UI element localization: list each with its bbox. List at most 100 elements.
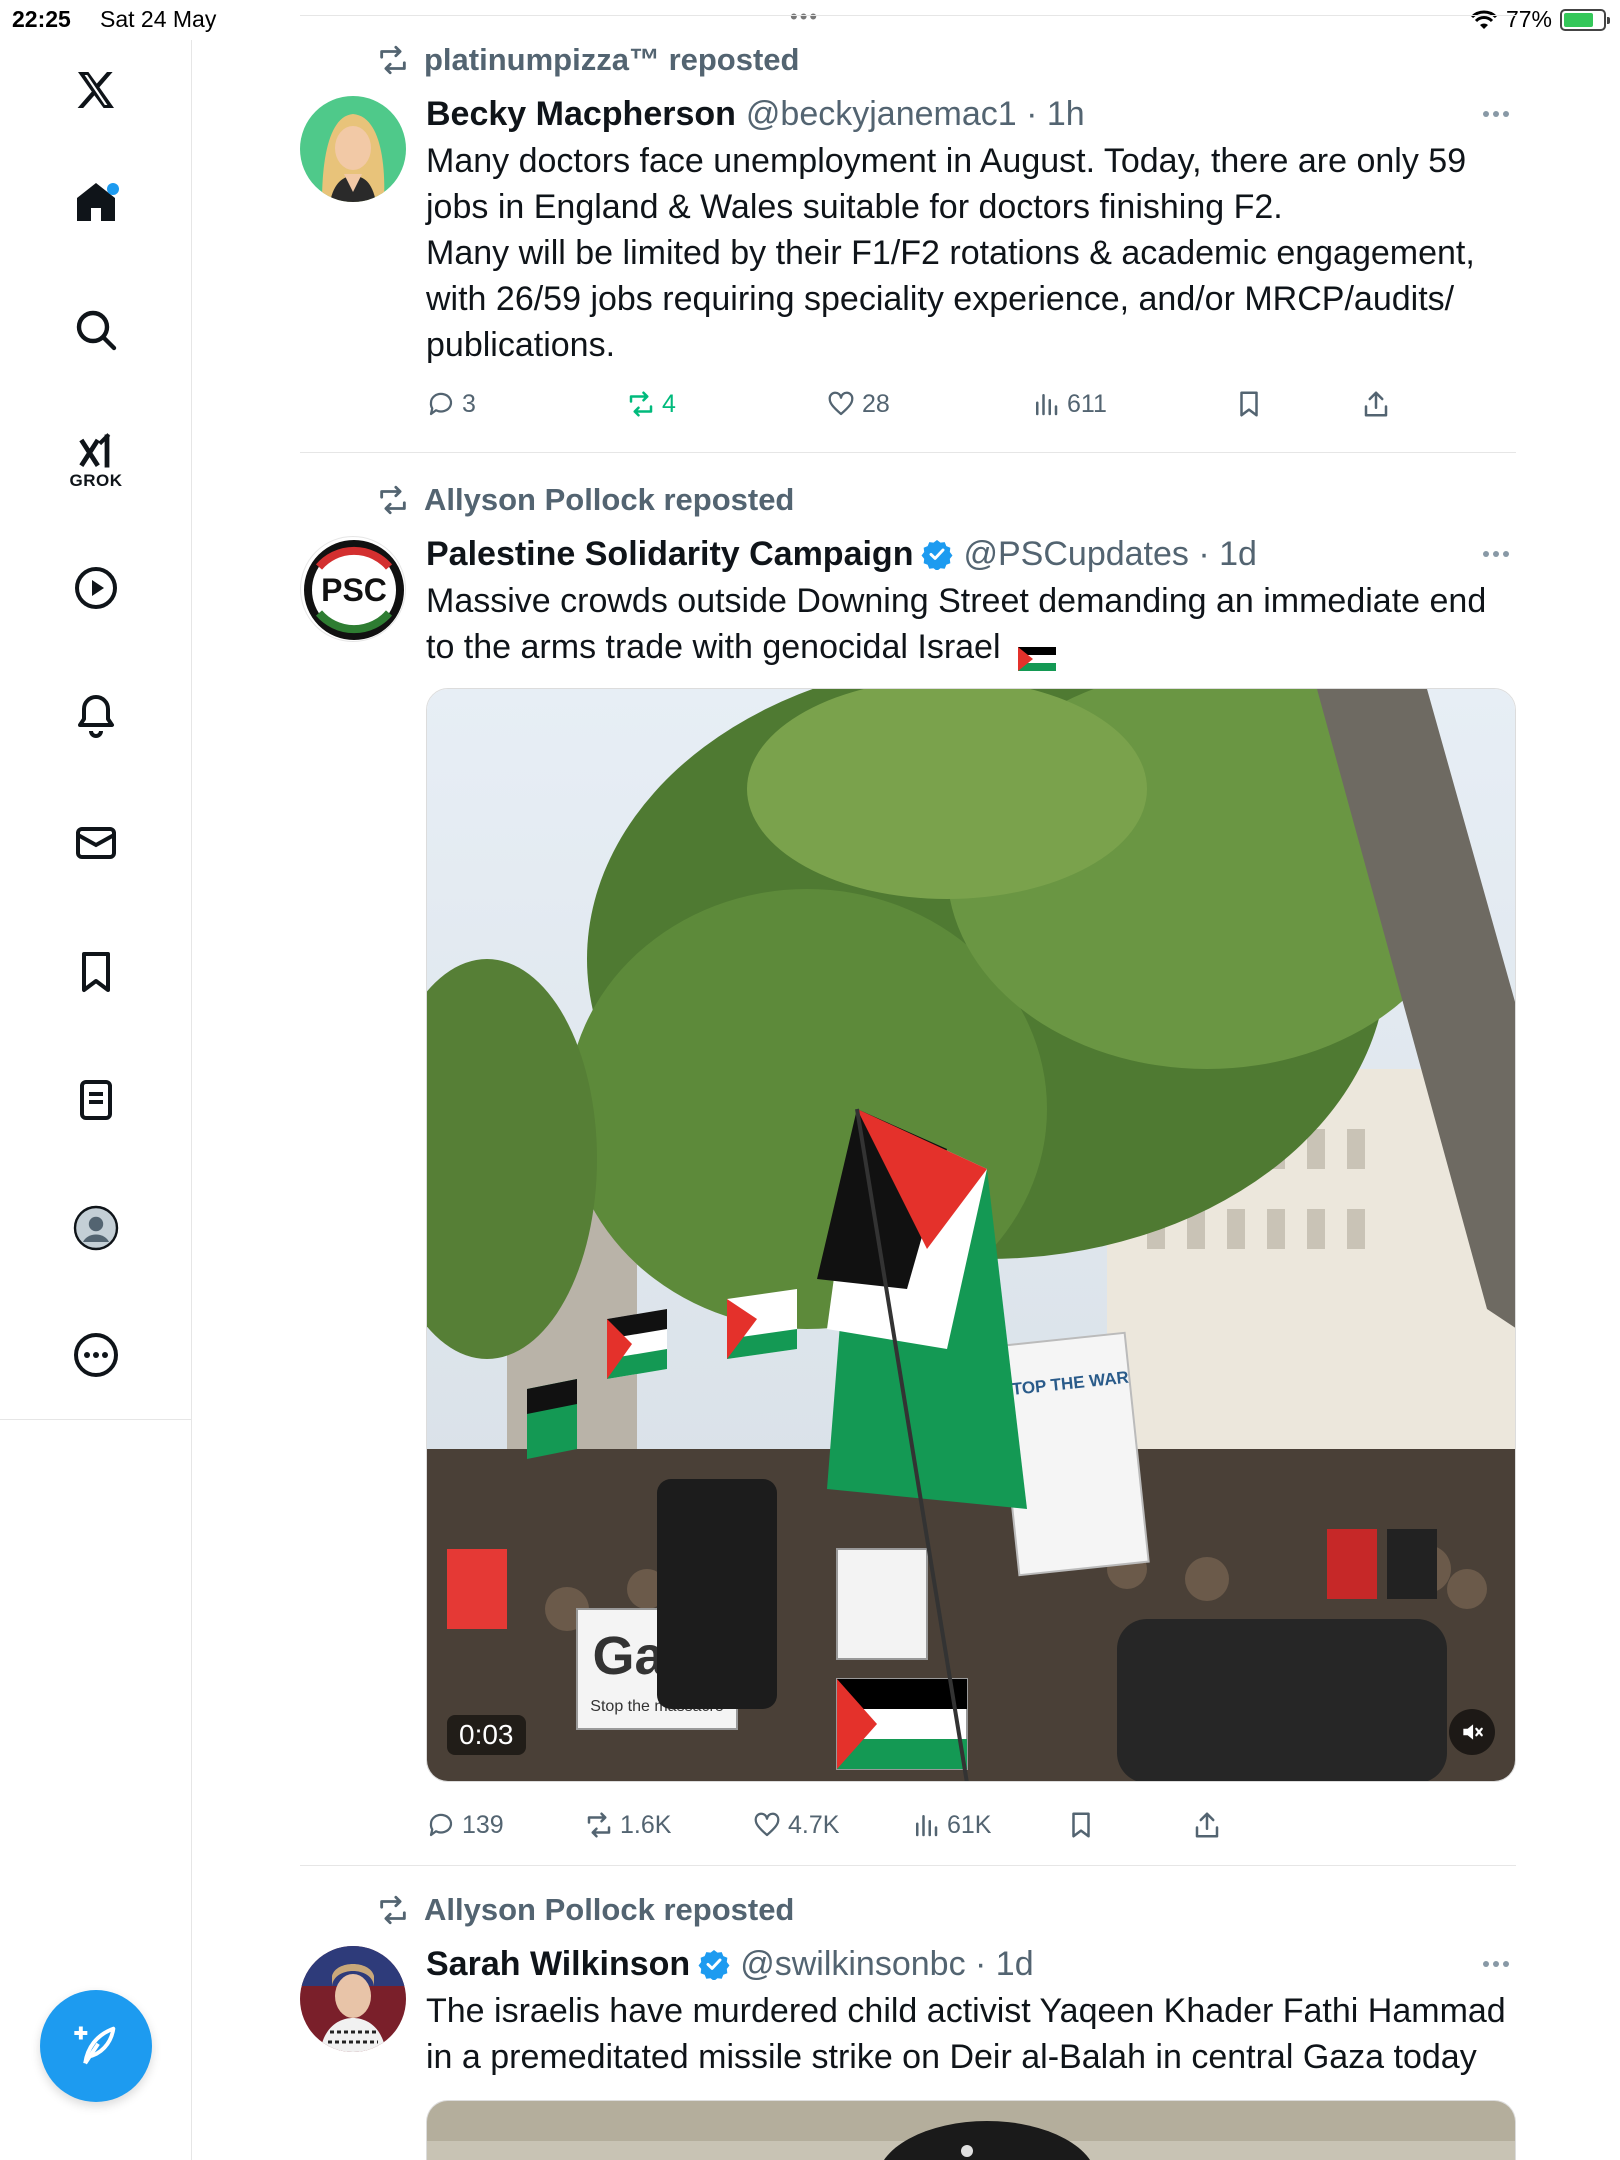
repost-label: Allyson Pollock reposted <box>424 1892 795 1927</box>
more-icon[interactable] <box>0 1310 192 1400</box>
profile-icon[interactable] <box>0 1183 192 1273</box>
bookmark-icon <box>1240 391 1258 417</box>
bookmark-button[interactable] <box>1066 1805 1096 1845</box>
grok-icon[interactable]: GROK <box>0 415 192 505</box>
author-handle[interactable]: @PSCupdates · 1d <box>963 535 1256 574</box>
post-text-line: Many will be limited by their F1/F2 rota… <box>426 234 1475 364</box>
repost-button[interactable]: 4 <box>626 384 676 424</box>
post-divider <box>300 452 1516 453</box>
post-text: Many doctors face unemployment in August… <box>426 138 1516 368</box>
bookmark-button[interactable] <box>1234 384 1264 424</box>
share-button[interactable] <box>1192 1805 1222 1845</box>
views-count: 61K <box>947 1810 992 1839</box>
post-header: Sarah Wilkinson @swilkinsonbc · 1d <box>426 1942 1516 1986</box>
share-icon <box>1364 391 1388 417</box>
muted-speaker-icon <box>1463 1724 1483 1740</box>
compose-post-button[interactable] <box>40 1990 152 2102</box>
share-icon <box>1195 1812 1219 1838</box>
verified-badge-icon <box>698 1950 730 1980</box>
like-count: 4.7K <box>788 1810 840 1839</box>
like-button[interactable]: 28 <box>826 384 890 424</box>
repost-context: Allyson Pollock reposted <box>376 1892 794 1928</box>
avatar-text: PSC <box>321 572 387 608</box>
repost-count: 4 <box>662 389 676 418</box>
repost-context: platinumpizza™ reposted <box>376 42 799 78</box>
sidebar: GROK <box>0 40 192 1420</box>
repost-count: 1.6K <box>620 1810 672 1839</box>
avatar[interactable]: PSC <box>300 536 406 642</box>
status-date: Sat 24 May <box>100 6 217 32</box>
messages-icon[interactable] <box>0 798 192 888</box>
post-actions: 139 1.6K 4.7K 61K <box>426 1805 1516 1845</box>
post-text: Massive crowds outside Downing Street de… <box>426 578 1516 672</box>
status-bar: 22:25 Sat 24 May ••• 77% <box>0 0 1620 40</box>
repost-icon <box>587 1812 611 1838</box>
avatar[interactable] <box>300 1946 406 2052</box>
repost-button[interactable]: 1.6K <box>584 1805 671 1845</box>
heart-icon <box>828 391 854 416</box>
post-actions: 3 4 28 611 <box>426 384 1516 424</box>
video-player[interactable]: Gaza Stop the massacre STOP THE WAR <box>426 688 1516 1782</box>
post-image[interactable] <box>426 2100 1516 2160</box>
post-text: The israelis have murdered child activis… <box>426 1988 1516 2080</box>
post-header: Becky Macpherson @beckyjanemac1 · 1h <box>426 92 1516 136</box>
post-text-body: The israelis have murdered child activis… <box>426 1992 1506 2076</box>
like-count: 28 <box>862 389 890 418</box>
repost-icon <box>380 1895 406 1925</box>
author-name[interactable]: Becky Macpherson <box>426 95 736 134</box>
heart-icon <box>754 1812 780 1837</box>
repost-icon <box>380 45 406 75</box>
x-logo-icon[interactable] <box>0 45 192 135</box>
share-button[interactable] <box>1361 384 1391 424</box>
mute-button[interactable] <box>1449 1709 1495 1755</box>
reply-icon <box>429 1813 453 1837</box>
repost-context: Allyson Pollock reposted <box>376 482 794 518</box>
more-options-icon[interactable] <box>1476 542 1516 566</box>
bookmark-icon <box>1072 1812 1090 1838</box>
multitasking-icon[interactable]: ••• <box>790 4 819 30</box>
lists-icon[interactable] <box>0 1055 192 1145</box>
reply-button[interactable]: 139 <box>426 1805 504 1845</box>
author-handle[interactable]: @swilkinsonbc · 1d <box>740 1945 1033 1984</box>
battery-icon <box>1560 8 1610 31</box>
search-icon[interactable] <box>0 285 192 375</box>
reply-count: 139 <box>462 1810 504 1839</box>
repost-icon <box>629 391 653 417</box>
repost-label: platinumpizza™ reposted <box>424 42 800 77</box>
more-options-icon[interactable] <box>1476 1952 1516 1976</box>
repost-label: Allyson Pollock reposted <box>424 482 795 517</box>
author-handle[interactable]: @beckyjanemac1 · 1h <box>746 95 1085 134</box>
notifications-icon[interactable] <box>0 670 192 760</box>
home-icon[interactable] <box>0 157 192 247</box>
post-divider <box>300 1865 1516 1866</box>
views-button[interactable]: 61K <box>911 1805 991 1845</box>
repost-icon <box>380 485 406 515</box>
compose-icon <box>74 2026 116 2065</box>
reply-icon <box>429 392 453 416</box>
post-text-line: Many doctors face unemployment in August… <box>426 142 1467 226</box>
views-count: 611 <box>1067 389 1107 418</box>
image-thumbnail <box>427 2101 1515 2160</box>
more-options-icon[interactable] <box>1476 102 1516 126</box>
like-button[interactable]: 4.7K <box>752 1805 839 1845</box>
wifi-icon <box>1470 10 1498 29</box>
bookmarks-icon[interactable] <box>0 927 192 1017</box>
palestine-flag-icon <box>1017 637 1056 672</box>
verified-badge-icon <box>922 540 953 570</box>
post-header: Palestine Solidarity Campaign @PSCupdate… <box>426 532 1516 576</box>
post-text-body: Massive crowds outside Downing Street de… <box>426 582 1487 666</box>
views-button[interactable]: 611 <box>1031 384 1107 424</box>
video-thumbnail: Gaza Stop the massacre STOP THE WAR <box>427 689 1515 1781</box>
author-name[interactable]: Palestine Solidarity Campaign <box>426 535 913 574</box>
grok-label: GROK <box>69 471 123 490</box>
battery-percent: 77% <box>1505 6 1552 32</box>
avatar[interactable] <box>300 96 406 202</box>
top-divider <box>300 15 1516 16</box>
video-duration: 0:03 <box>447 1715 526 1755</box>
video-icon[interactable] <box>0 543 192 633</box>
status-time: 22:25 <box>12 6 71 32</box>
author-name[interactable]: Sarah Wilkinson <box>426 1945 690 1984</box>
reply-button[interactable]: 3 <box>426 384 476 424</box>
notification-dot <box>107 183 119 195</box>
reply-count: 3 <box>462 389 476 418</box>
